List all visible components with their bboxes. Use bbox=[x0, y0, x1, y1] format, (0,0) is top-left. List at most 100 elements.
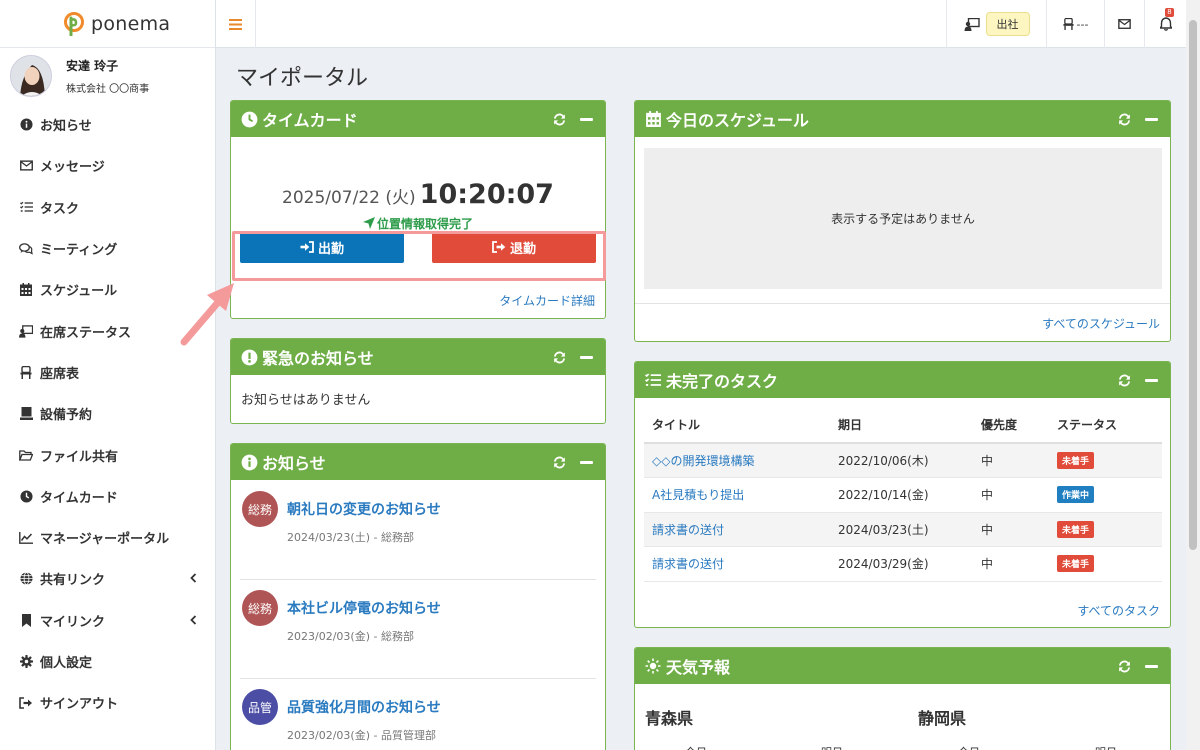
weather-panel: 天気予報 青森県 静岡県 今日 明日 今日 明日 bbox=[634, 647, 1171, 750]
news-title-link[interactable]: 朝礼日の変更のお知らせ bbox=[287, 499, 441, 519]
list-item[interactable]: 総務 本社ビル停電のお知らせ 2023/02/03(金) - 総務部 bbox=[240, 580, 596, 679]
sidebar-item-equipment[interactable]: 設備予約 bbox=[0, 393, 215, 434]
refresh-icon[interactable] bbox=[553, 456, 566, 469]
refresh-icon[interactable] bbox=[553, 113, 566, 126]
news-meta: 2023/02/03(金) - 総務部 bbox=[287, 630, 414, 643]
panel-header: お知らせ bbox=[231, 444, 605, 480]
collapse-icon[interactable] bbox=[1145, 664, 1158, 668]
sidebar-item-file-share[interactable]: ファイル共有 bbox=[0, 434, 215, 475]
clock-in-button[interactable]: 出勤 bbox=[240, 231, 404, 263]
collapse-icon[interactable] bbox=[1145, 378, 1158, 382]
task-title-link[interactable]: ◇◇の開発環境構築 bbox=[644, 443, 830, 478]
sidebar-item-messages[interactable]: メッセージ bbox=[0, 145, 215, 186]
clock-out-label: 退勤 bbox=[509, 241, 536, 257]
sidebar-item-shared-links[interactable]: 共有リンク bbox=[0, 558, 215, 599]
seat-label: --- bbox=[1076, 17, 1089, 31]
envelope-icon bbox=[19, 159, 33, 173]
refresh-icon[interactable] bbox=[553, 351, 566, 364]
refresh-icon[interactable] bbox=[1118, 660, 1131, 673]
bookmark-icon bbox=[19, 613, 33, 627]
collapse-icon[interactable] bbox=[580, 355, 593, 359]
refresh-icon[interactable] bbox=[1118, 374, 1131, 387]
app-logo[interactable]: ponema bbox=[0, 0, 215, 48]
globe-icon bbox=[19, 572, 33, 586]
location-arrow-icon bbox=[362, 217, 375, 229]
top-bar: 出社 --- 8 bbox=[216, 0, 1186, 48]
panel-title: 緊急のお知らせ bbox=[262, 349, 374, 368]
panel-header: タイムカード bbox=[231, 101, 605, 137]
clock-out-button[interactable]: 退勤 bbox=[432, 231, 596, 263]
table-row[interactable]: A社見積もり提出 2022/10/14(金) 中 作業中 bbox=[644, 477, 1162, 513]
all-tasks-link[interactable]: すべてのタスク bbox=[1077, 602, 1160, 619]
presence-status-button[interactable]: 出社 bbox=[946, 0, 1046, 48]
list-item[interactable]: 品管 品質強化月間のお知らせ 2023/02/03(金) - 品質管理部 bbox=[240, 679, 596, 750]
seat-button[interactable]: --- bbox=[1046, 0, 1104, 48]
category-badge: 総務 bbox=[242, 590, 278, 626]
messages-button[interactable] bbox=[1104, 0, 1144, 48]
presence-icon bbox=[964, 17, 980, 31]
user-company: 株式会社 〇〇商事 bbox=[66, 84, 150, 95]
task-priority: 中 bbox=[973, 443, 1049, 478]
table-row[interactable]: 請求書の送付 2024/03/29(金) 中 未着手 bbox=[644, 546, 1162, 582]
tasks-icon bbox=[644, 371, 662, 389]
menu-toggle-button[interactable] bbox=[216, 0, 256, 48]
chair-icon bbox=[19, 365, 33, 379]
tasks-table: タイトル 期日 優先度 ステータス ◇◇の開発環境構築 2022/10/06(木… bbox=[644, 407, 1162, 582]
task-due: 2022/10/06(木) bbox=[830, 443, 973, 478]
geo-status: 位置情報取得完了 bbox=[231, 215, 605, 232]
panel-header: 天気予報 bbox=[635, 648, 1170, 684]
sidebar-item-seating[interactable]: 座席表 bbox=[0, 352, 215, 393]
news-title-link[interactable]: 品質強化月間のお知らせ bbox=[287, 697, 441, 717]
list-item[interactable]: 総務 朝礼日の変更のお知らせ 2024/03/23(土) - 総務部 bbox=[240, 481, 596, 580]
status-badge: 未着手 bbox=[1057, 520, 1095, 538]
clock-icon bbox=[240, 110, 258, 128]
collapse-icon[interactable] bbox=[580, 117, 593, 121]
signout-icon bbox=[19, 696, 33, 710]
table-row[interactable]: ◇◇の開発環境構築 2022/10/06(木) 中 未着手 bbox=[644, 443, 1162, 478]
sidebar-item-label: タスク bbox=[40, 201, 80, 217]
geo-status-text: 位置情報取得完了 bbox=[376, 217, 473, 231]
collapse-icon[interactable] bbox=[580, 460, 593, 464]
task-title-link[interactable]: 請求書の送付 bbox=[644, 512, 830, 547]
sidebar-item-label: ミーティング bbox=[40, 243, 118, 259]
sidebar-item-label: 設備予約 bbox=[40, 408, 93, 424]
table-row[interactable]: 請求書の送付 2024/03/23(土) 中 未着手 bbox=[644, 512, 1162, 547]
chair-icon bbox=[1062, 18, 1074, 30]
status-badge: 未着手 bbox=[1057, 452, 1095, 469]
scrollbar-thumb[interactable] bbox=[1189, 20, 1197, 550]
sidebar-item-label: ファイル共有 bbox=[40, 449, 119, 465]
timecard-detail-link[interactable]: タイムカード詳細 bbox=[499, 292, 595, 309]
schedule-empty-state: 表示する予定はありません bbox=[644, 148, 1162, 289]
sidebar-nav: お知らせ メッセージ タスク ミーティング スケジュール 在席ステータス 座席表 bbox=[0, 104, 215, 723]
hamburger-icon bbox=[229, 18, 242, 30]
task-title-link[interactable]: 請求書の送付 bbox=[644, 546, 830, 582]
day-label: 明日 bbox=[1095, 744, 1117, 750]
sidebar-item-label: 個人設定 bbox=[40, 656, 93, 671]
refresh-icon[interactable] bbox=[1118, 113, 1131, 126]
sidebar-item-label: タイムカード bbox=[40, 490, 118, 506]
column-header: 期日 bbox=[830, 407, 973, 444]
user-name: 安達 玲子 bbox=[66, 59, 119, 73]
user-profile[interactable]: 安達 玲子 株式会社 〇〇商事 bbox=[0, 48, 215, 104]
sidebar-item-my-links[interactable]: マイリンク bbox=[0, 600, 215, 641]
notifications-button[interactable]: 8 bbox=[1144, 0, 1186, 48]
task-due: 2024/03/29(金) bbox=[830, 546, 973, 582]
sidebar-item-meetings[interactable]: ミーティング bbox=[0, 228, 215, 269]
collapse-icon[interactable] bbox=[1145, 117, 1158, 121]
sidebar-item-personal-settings[interactable]: 個人設定 bbox=[0, 641, 215, 682]
calendar-icon bbox=[644, 110, 662, 128]
all-schedule-link[interactable]: すべてのスケジュール bbox=[1042, 315, 1160, 332]
page-scrollbar[interactable] bbox=[1186, 0, 1200, 750]
sidebar-item-tasks[interactable]: タスク bbox=[0, 187, 215, 228]
tasks-icon bbox=[19, 200, 33, 214]
sidebar-item-manager-portal[interactable]: マネージャーポータル bbox=[0, 517, 215, 558]
sidebar-item-timecard[interactable]: タイムカード bbox=[0, 476, 215, 517]
news-title-link[interactable]: 本社ビル停電のお知らせ bbox=[287, 598, 441, 618]
envelope-icon bbox=[1118, 19, 1131, 29]
equipment-icon bbox=[19, 407, 33, 421]
sidebar-item-sign-out[interactable]: サインアウト bbox=[0, 682, 215, 723]
task-title-link[interactable]: A社見積もり提出 bbox=[644, 477, 830, 513]
exclamation-circle-icon bbox=[240, 348, 258, 366]
task-priority: 中 bbox=[973, 512, 1049, 547]
sidebar-item-notices[interactable]: お知らせ bbox=[0, 104, 215, 145]
